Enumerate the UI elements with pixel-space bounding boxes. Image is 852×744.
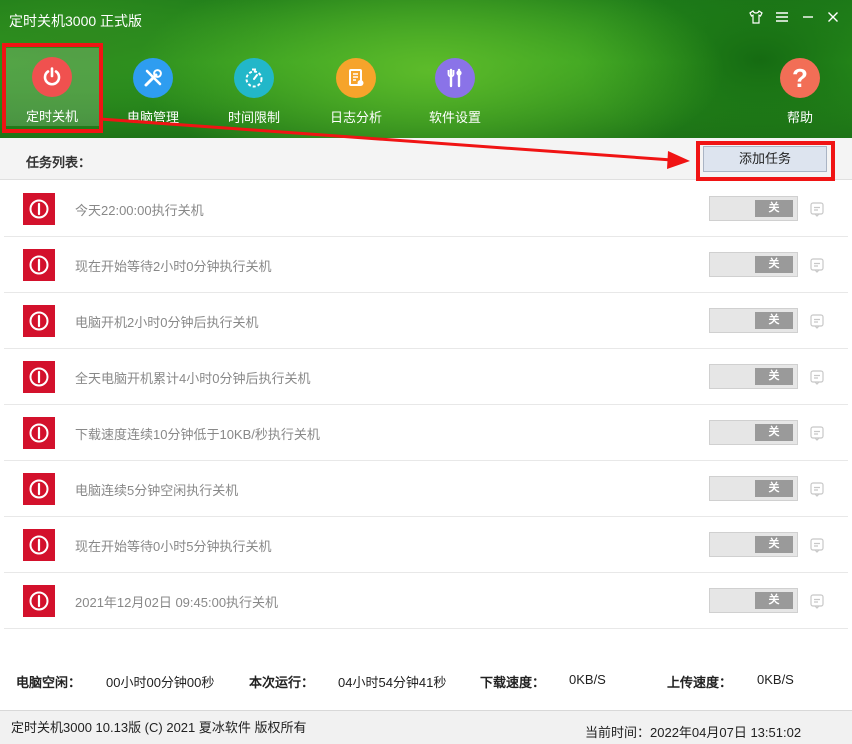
power-icon [23,193,55,225]
toggle-label: 关 [755,256,793,273]
power-icon [23,361,55,393]
nav-item-label: 软件设置 [428,110,481,125]
toggle-label: 关 [755,200,793,217]
close-icon[interactable] [823,9,843,31]
task-toggle[interactable]: 关 [709,252,798,277]
run-value: 04小时54分钟41秒 [338,675,447,690]
nav-item-pc-manage[interactable]: 电脑管理 [108,55,198,126]
upload-label: 上传速度： [667,675,733,690]
power-icon [23,529,55,561]
upload-value: 0KB/S [757,672,794,687]
edit-icon[interactable] [809,481,825,497]
shirt-icon[interactable] [746,9,766,31]
task-toggle[interactable]: 关 [709,196,798,221]
toggle-label: 关 [755,424,793,441]
task-toggle[interactable]: 关 [709,532,798,557]
nav-item-label: 帮助 [786,110,813,125]
toggle-label: 关 [755,368,793,385]
log-icon [336,58,376,98]
stopwatch-icon [234,58,274,98]
power-icon [23,305,55,337]
highlight-box-add-task [696,141,835,181]
task-row[interactable]: 现在开始等待0小时5分钟执行关机 关 [4,517,848,573]
task-description: 全天电脑开机累计4小时0分钟后执行关机 [75,371,311,386]
power-icon [23,417,55,449]
edit-icon[interactable] [809,425,825,441]
toggle-label: 关 [755,312,793,329]
minimize-icon[interactable] [798,9,818,31]
task-row[interactable]: 2021年12月02日 09:45:00执行关机 关 [4,573,848,629]
toggle-label: 关 [755,536,793,553]
edit-icon[interactable] [809,369,825,385]
task-description: 下载速度连续10分钟低于10KB/秒执行关机 [75,427,320,442]
task-toggle[interactable]: 关 [709,420,798,445]
tools-icon [133,58,173,98]
current-time: 当前时间：2022年04月07日 13:51:02 [585,725,802,740]
task-description: 现在开始等待2小时0分钟执行关机 [75,259,272,274]
edit-icon[interactable] [809,257,825,273]
task-row[interactable]: 电脑开机2小时0分钟后执行关机 关 [4,293,848,349]
task-toggle[interactable]: 关 [709,476,798,501]
task-row[interactable]: 现在开始等待2小时0分钟执行关机 关 [4,237,848,293]
copyright: 定时关机3000 10.13版 (C) 2021 夏冰软件 版权所有 [11,720,307,735]
task-toggle[interactable]: 关 [709,308,798,333]
task-description: 2021年12月02日 09:45:00执行关机 [75,595,279,610]
task-description: 电脑连续5分钟空闲执行关机 [75,483,239,498]
settings-icon [435,58,475,98]
power-icon [23,249,55,281]
idle-label: 电脑空闲： [16,675,82,690]
toggle-label: 关 [755,592,793,609]
power-icon [23,585,55,617]
task-row[interactable]: 电脑连续5分钟空闲执行关机 关 [4,461,848,517]
nav-item-log-analysis[interactable]: 日志分析 [311,55,401,126]
task-row[interactable]: 下载速度连续10分钟低于10KB/秒执行关机 关 [4,405,848,461]
edit-icon[interactable] [809,537,825,553]
task-toggle[interactable]: 关 [709,588,798,613]
nav-item-time-limit[interactable]: 时间限制 [209,55,299,126]
edit-icon[interactable] [809,593,825,609]
task-list-title: 任务列表： [26,155,92,170]
highlight-box-shutdown [2,43,103,133]
download-value: 0KB/S [569,672,606,687]
nav-item-settings[interactable]: 软件设置 [410,55,500,126]
task-row[interactable]: 今天22:00:00执行关机 关 [4,181,848,237]
download-label: 下载速度： [480,675,546,690]
nav-item-help[interactable]: ? 帮助 [755,55,845,126]
power-icon [23,473,55,505]
task-toggle[interactable]: 关 [709,364,798,389]
help-icon: ? [780,58,820,98]
edit-icon[interactable] [809,313,825,329]
menu-icon[interactable] [772,9,792,31]
nav-item-label: 电脑管理 [126,110,179,125]
task-description: 电脑开机2小时0分钟后执行关机 [75,315,259,330]
window-title: 定时关机3000 正式版 [9,13,143,29]
edit-icon[interactable] [809,201,825,217]
footer: 定时关机3000 10.13版 (C) 2021 夏冰软件 版权所有 当前时间：… [0,710,852,744]
toggle-label: 关 [755,480,793,497]
nav-item-label: 时间限制 [227,110,280,125]
nav-item-label: 日志分析 [329,110,382,125]
idle-value: 00小时00分钟00秒 [106,675,215,690]
task-row[interactable]: 全天电脑开机累计4小时0分钟后执行关机 关 [4,349,848,405]
task-description: 今天22:00:00执行关机 [75,203,204,218]
app-header: 定时关机3000 正式版 定时关机 电脑管理 时间限制 日志分析 软件设置 ? … [0,0,852,138]
task-description: 现在开始等待0小时5分钟执行关机 [75,539,272,554]
run-label: 本次运行： [249,675,315,690]
